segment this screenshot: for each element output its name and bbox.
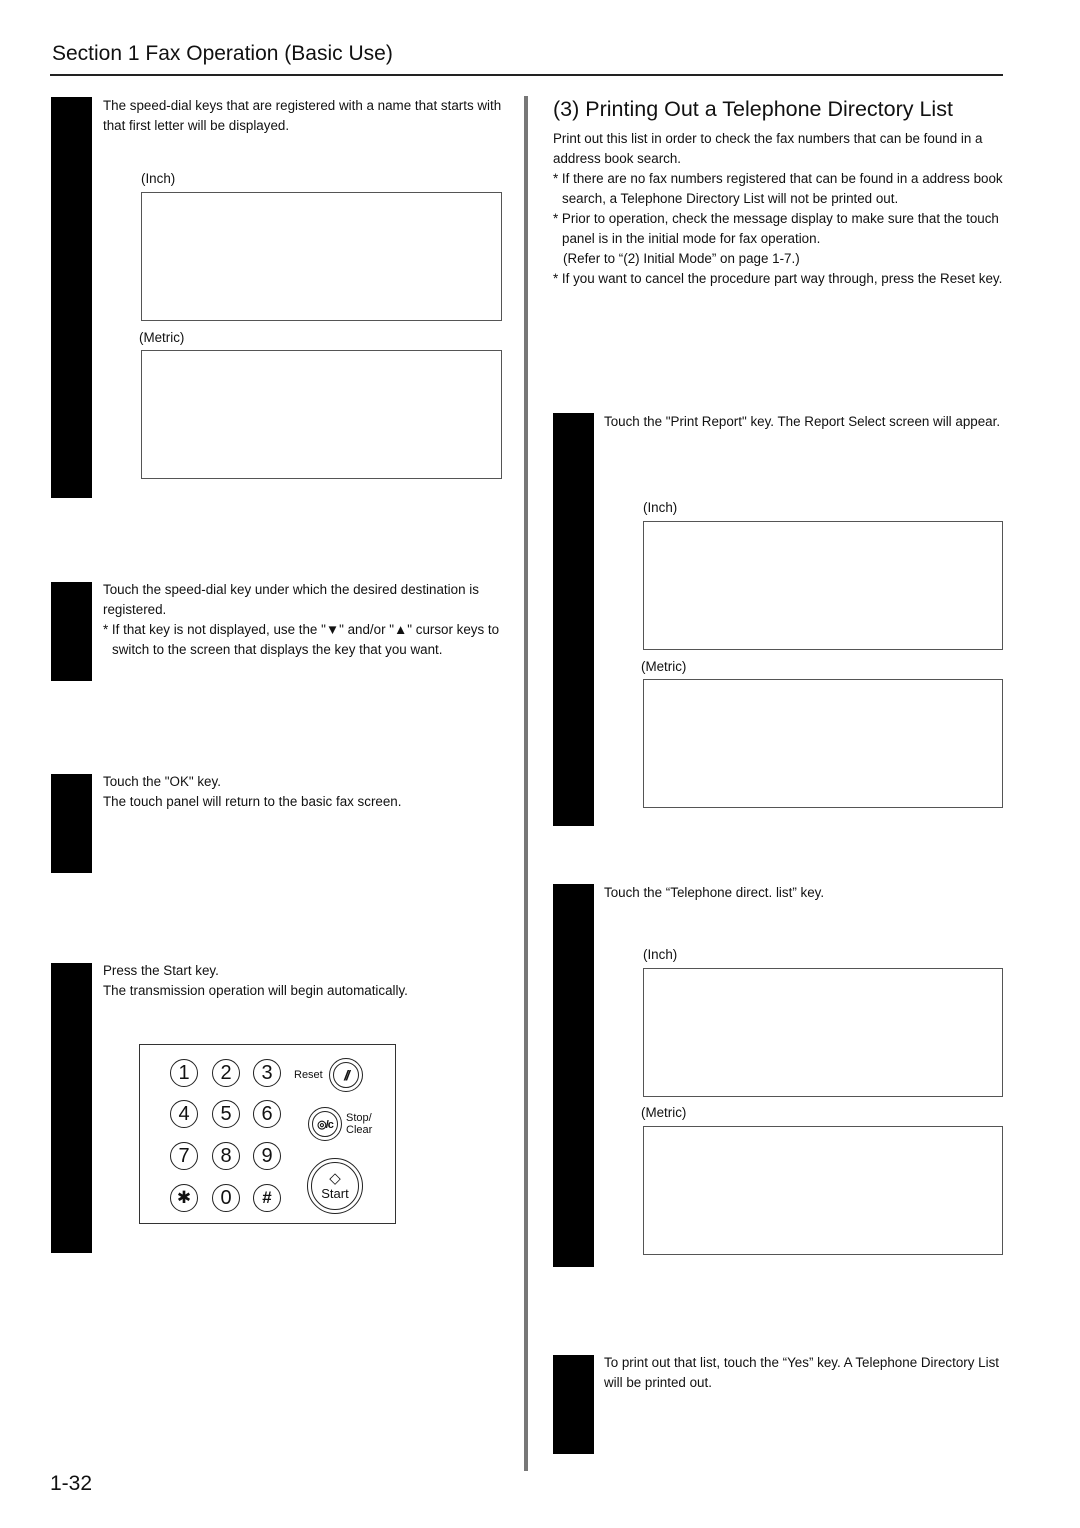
header-rule xyxy=(50,74,1003,76)
note-no-numbers: * If there are no fax numbers registered… xyxy=(553,171,1003,206)
key-5: 5 xyxy=(212,1100,240,1128)
start-key: ◇ Start xyxy=(307,1158,363,1214)
screen-label-inch: (Inch) xyxy=(643,947,678,962)
key-4: 4 xyxy=(170,1100,198,1128)
note-cancel: * If you want to cancel the procedure pa… xyxy=(553,271,1003,286)
reset-key: // xyxy=(329,1058,363,1092)
key-asterisk: ✱ xyxy=(170,1184,198,1212)
step-c-line1: Touch the "OK" key. xyxy=(103,774,221,789)
step-b-note: * If that key is not displayed, use the … xyxy=(103,622,500,657)
step-c-line2: The touch panel will return to the basic… xyxy=(103,794,402,809)
operation-panel-illustration: 1 2 3 4 5 6 7 8 9 ✱ 0 # Reset // ◎/c Sto… xyxy=(139,1044,396,1224)
reset-label: Reset xyxy=(294,1069,323,1081)
step-c-content: Touch the "OK" key. The touch panel will… xyxy=(103,772,503,812)
start-label: Start xyxy=(321,1185,349,1201)
step-b-text: Touch the speed-dial key under which the… xyxy=(103,582,479,617)
key-3: 3 xyxy=(253,1059,281,1087)
screen-image-metric xyxy=(643,1126,1003,1255)
step-marker xyxy=(51,774,92,873)
stop-label: Stop/ xyxy=(346,1112,372,1124)
step-2-text: Touch the “Telephone direct. list” key. xyxy=(604,885,825,900)
note-reference: (Refer to “(2) Initial Mode” on page 1-7… xyxy=(563,251,800,266)
start-icon: ◇ xyxy=(329,1169,341,1187)
step-b-content: Touch the speed-dial key under which the… xyxy=(103,580,503,660)
key-2: 2 xyxy=(212,1059,240,1087)
step-marker xyxy=(51,97,92,498)
screen-image-metric xyxy=(643,679,1003,808)
screen-label-inch: (Inch) xyxy=(643,500,678,515)
key-7: 7 xyxy=(170,1142,198,1170)
section-title: Section 1 Fax Operation (Basic Use) xyxy=(52,42,393,65)
screen-label-metric: (Metric) xyxy=(641,659,687,674)
page-number: 1-32 xyxy=(50,1472,93,1495)
step-d-content: Press the Start key. The transmission op… xyxy=(103,961,503,1001)
step-d-line1: Press the Start key. xyxy=(103,963,219,978)
step-3-text: To print out that list, touch the “Yes” … xyxy=(604,1355,999,1390)
stop-clear-icon: ◎/c xyxy=(317,1118,334,1131)
screen-image-inch xyxy=(643,968,1003,1097)
column-divider xyxy=(524,96,528,1471)
step-marker xyxy=(553,1355,594,1454)
screen-label-inch: (Inch) xyxy=(141,171,176,186)
reset-icon: // xyxy=(344,1067,350,1083)
screen-image-inch xyxy=(643,521,1003,650)
subsection-heading: (3) Printing Out a Telephone Directory L… xyxy=(553,97,953,121)
key-0: 0 xyxy=(212,1184,240,1212)
step-marker xyxy=(51,963,92,1253)
stop-clear-key: ◎/c xyxy=(308,1107,342,1141)
key-9: 9 xyxy=(253,1142,281,1170)
screen-image-metric xyxy=(141,350,502,479)
step-marker xyxy=(51,582,92,681)
key-8: 8 xyxy=(212,1142,240,1170)
screen-image-inch xyxy=(141,192,502,321)
note-initial-mode: * Prior to operation, check the message … xyxy=(553,211,999,246)
screen-label-metric: (Metric) xyxy=(641,1105,687,1120)
key-1: 1 xyxy=(170,1059,198,1087)
step-marker xyxy=(553,413,594,826)
step-a-text: The speed-dial keys that are registered … xyxy=(103,98,502,133)
key-hash: # xyxy=(253,1184,281,1212)
step-d-line2: The transmission operation will begin au… xyxy=(103,983,408,998)
clear-label: Clear xyxy=(346,1124,373,1136)
intro-block: Print out this list in order to check th… xyxy=(553,129,1003,289)
step-1-text: Touch the "Print Report" key. The Report… xyxy=(604,414,1001,429)
intro-text: Print out this list in order to check th… xyxy=(553,131,983,166)
screen-label-metric: (Metric) xyxy=(139,330,185,345)
key-6: 6 xyxy=(253,1100,281,1128)
step-marker xyxy=(553,884,594,1267)
